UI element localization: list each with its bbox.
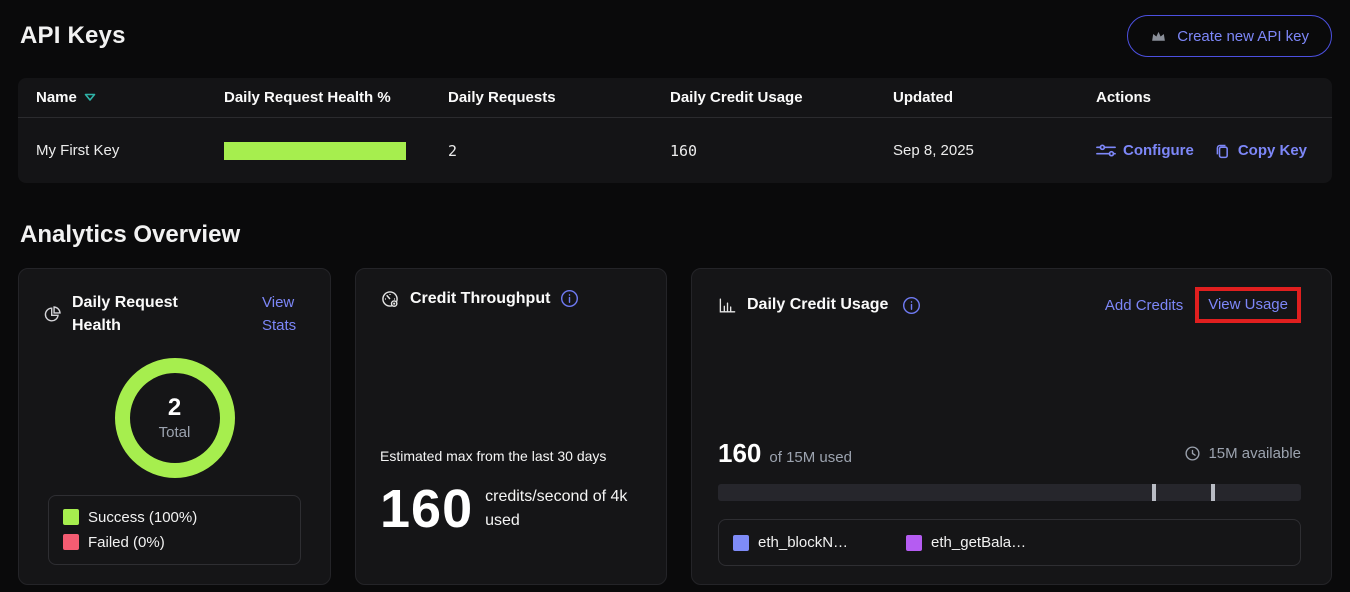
- actions-cell: Configure Copy Key: [1096, 142, 1314, 160]
- credit-throughput-card: Credit Throughput Estimated max from the…: [355, 268, 667, 585]
- health-legend: Success (100%) Failed (0%): [48, 495, 301, 565]
- usage-stats-row: 160 of 15M used 15M available: [718, 438, 1301, 469]
- copy-key-button[interactable]: Copy Key: [1214, 142, 1307, 160]
- column-header-updated: Updated: [893, 89, 1096, 106]
- eth-getbalance-label: eth_getBala…: [931, 534, 1026, 551]
- failed-label: Failed (0%): [88, 534, 165, 551]
- column-header-daily-requests: Daily Requests: [448, 89, 670, 106]
- column-header-health: Daily Request Health %: [224, 89, 448, 106]
- throughput-card-title: Credit Throughput: [410, 287, 550, 310]
- key-name: My First Key: [36, 142, 224, 159]
- legend-item-eth-blocknumber: eth_blockN…: [733, 530, 848, 555]
- usage-legend: eth_blockN… eth_getBala…: [718, 519, 1301, 566]
- eth-blocknumber-swatch: [733, 535, 749, 551]
- gauge-icon: [380, 289, 400, 309]
- analytics-overview-title: Analytics Overview: [18, 221, 1332, 249]
- usage-card-header: Daily Credit Usage Add Credits View Usag…: [718, 287, 1301, 323]
- donut-total-label: Total: [159, 424, 191, 441]
- throughput-unit: credits/second of 4k used: [485, 485, 642, 533]
- pie-chart-icon: [43, 305, 62, 324]
- health-card-header: Daily Request Health View Stats: [35, 287, 314, 338]
- failed-swatch: [63, 534, 79, 550]
- legend-item-success: Success (100%): [63, 505, 286, 530]
- column-header-name-label: Name: [36, 89, 77, 106]
- column-header-daily-credit-usage: Daily Credit Usage: [670, 89, 893, 106]
- column-header-actions: Actions: [1096, 89, 1314, 106]
- credits-used-suffix: of 15M used: [769, 449, 852, 466]
- configure-label: Configure: [1123, 142, 1194, 159]
- throughput-card-header: Credit Throughput: [380, 287, 642, 310]
- analytics-cards: Daily Request Health View Stats 2 Total …: [18, 268, 1332, 585]
- health-bar-fill: [224, 142, 406, 160]
- updated-value: Sep 8, 2025: [893, 142, 1096, 159]
- credits-available: 15M available: [1184, 445, 1301, 462]
- page-title: API Keys: [18, 22, 126, 50]
- configure-button[interactable]: Configure: [1096, 142, 1194, 160]
- legend-item-eth-getbalance: eth_getBala…: [906, 530, 1026, 555]
- success-swatch: [63, 509, 79, 525]
- create-api-key-label: Create new API key: [1177, 28, 1309, 45]
- sliders-icon: [1096, 143, 1116, 159]
- column-header-name[interactable]: Name: [36, 89, 224, 106]
- api-keys-table: Name Daily Request Health % Daily Reques…: [18, 78, 1332, 183]
- throughput-value-row: 160 credits/second of 4k used: [380, 478, 642, 540]
- page-header: API Keys Create new API key: [18, 14, 1332, 58]
- usage-card-title: Daily Credit Usage: [747, 293, 888, 316]
- health-card-title: Daily Request Health: [72, 291, 190, 337]
- health-donut-chart: 2 Total: [35, 358, 314, 478]
- credits-used-value: 160: [718, 438, 761, 469]
- table-header-row: Name Daily Request Health % Daily Reques…: [18, 78, 1332, 118]
- throughput-subtitle: Estimated max from the last 30 days: [380, 448, 642, 464]
- info-icon[interactable]: [560, 289, 579, 308]
- daily-request-health-card: Daily Request Health View Stats 2 Total …: [18, 268, 331, 585]
- bar-chart-icon: [718, 296, 737, 315]
- donut-ring: 2 Total: [115, 358, 235, 478]
- view-usage-highlight-box: View Usage: [1195, 287, 1301, 323]
- daily-credit-usage-value: 160: [670, 142, 893, 160]
- copy-icon: [1214, 142, 1231, 160]
- crown-icon: [1150, 28, 1167, 45]
- create-api-key-button[interactable]: Create new API key: [1127, 15, 1332, 57]
- add-credits-link[interactable]: Add Credits: [1105, 297, 1183, 314]
- throughput-value: 160: [380, 478, 473, 540]
- donut-total-value: 2: [168, 394, 181, 422]
- sort-chevron-down-icon: [84, 93, 96, 102]
- table-row: My First Key 2 160 Sep 8, 2025 Configure: [18, 118, 1332, 183]
- usage-card-links: Add Credits View Usage: [1105, 287, 1301, 323]
- usage-marker: [1152, 484, 1156, 501]
- health-bar: [224, 142, 406, 160]
- health-bar-cell: [224, 142, 448, 160]
- clock-icon: [1184, 445, 1201, 462]
- view-usage-link[interactable]: View Usage: [1208, 296, 1288, 313]
- usage-marker: [1211, 484, 1215, 501]
- info-icon[interactable]: [902, 296, 921, 315]
- dashboard-page: API Keys Create new API key Name Daily R…: [0, 14, 1350, 585]
- usage-progress-bar: [718, 484, 1301, 501]
- eth-blocknumber-label: eth_blockN…: [758, 534, 848, 551]
- eth-getbalance-swatch: [906, 535, 922, 551]
- view-stats-link[interactable]: View Stats: [262, 291, 310, 338]
- success-label: Success (100%): [88, 509, 197, 526]
- daily-requests-value: 2: [448, 142, 670, 160]
- throughput-stats: Estimated max from the last 30 days 160 …: [380, 448, 642, 540]
- copy-key-label: Copy Key: [1238, 142, 1307, 159]
- legend-item-failed: Failed (0%): [63, 530, 286, 555]
- credits-available-label: 15M available: [1208, 445, 1301, 462]
- daily-credit-usage-card: Daily Credit Usage Add Credits View Usag…: [691, 268, 1332, 585]
